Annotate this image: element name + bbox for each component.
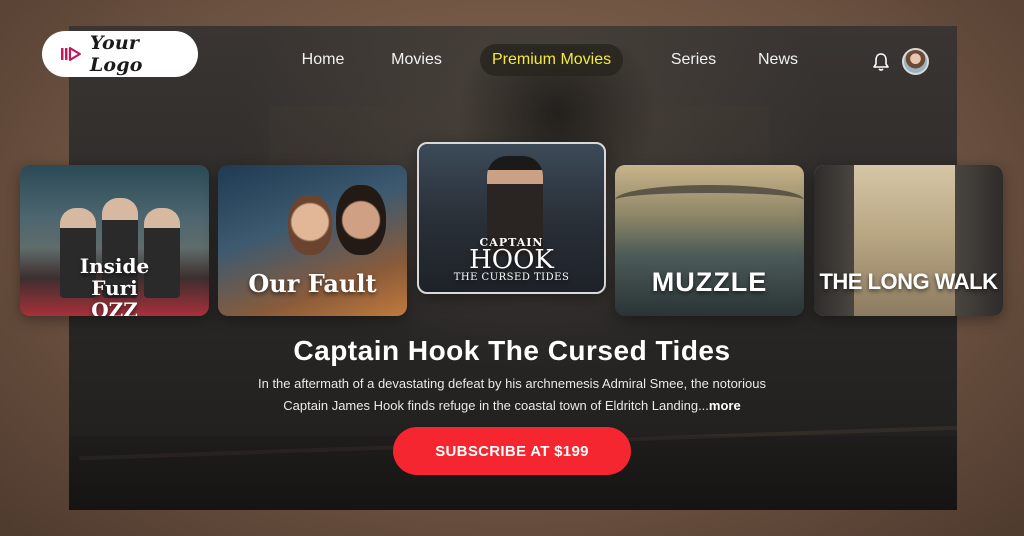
poster-bridge <box>615 185 804 215</box>
movie-description: In the aftermath of a devastating defeat… <box>257 376 766 413</box>
nav-home[interactable]: Home <box>300 44 346 76</box>
nav-premium-movies[interactable]: Premium Movies <box>480 44 624 76</box>
movie-title: Captain Hook The Cursed Tides <box>293 335 731 366</box>
card-subtitle: THE CURSED TIDES <box>453 272 570 283</box>
poster-face <box>336 185 386 255</box>
movie-card-muzzle[interactable]: MUZZLE <box>615 165 804 316</box>
user-avatar[interactable] <box>902 48 929 75</box>
nav-series[interactable]: Series <box>669 44 718 76</box>
card-title: Our Fault <box>248 269 377 298</box>
movie-card-the-long-walk[interactable]: THE LONG WALK <box>814 165 1003 316</box>
poster-face <box>288 195 332 255</box>
subscribe-button[interactable]: SUBSCRIBE AT $199 <box>393 427 631 475</box>
more-link[interactable]: more <box>709 398 741 413</box>
card-title: HOOK <box>469 245 554 275</box>
card-title: Inside Furi OZZ <box>79 254 150 316</box>
nav-news[interactable]: News <box>756 44 800 76</box>
main-nav: Home Movies Premium Movies Series News <box>0 44 1024 76</box>
card-title: MUZZLE <box>651 267 768 297</box>
movie-card-inside-furi[interactable]: Inside Furi OZZ <box>20 165 209 316</box>
movie-card-captain-hook[interactable]: CAPTAIN HOOK THE CURSED TIDES <box>417 142 606 294</box>
bell-icon[interactable] <box>872 52 890 72</box>
movie-card-our-fault[interactable]: Our Fault <box>218 165 407 316</box>
card-title: THE LONG WALK <box>819 269 998 294</box>
nav-movies[interactable]: Movies <box>389 44 444 76</box>
